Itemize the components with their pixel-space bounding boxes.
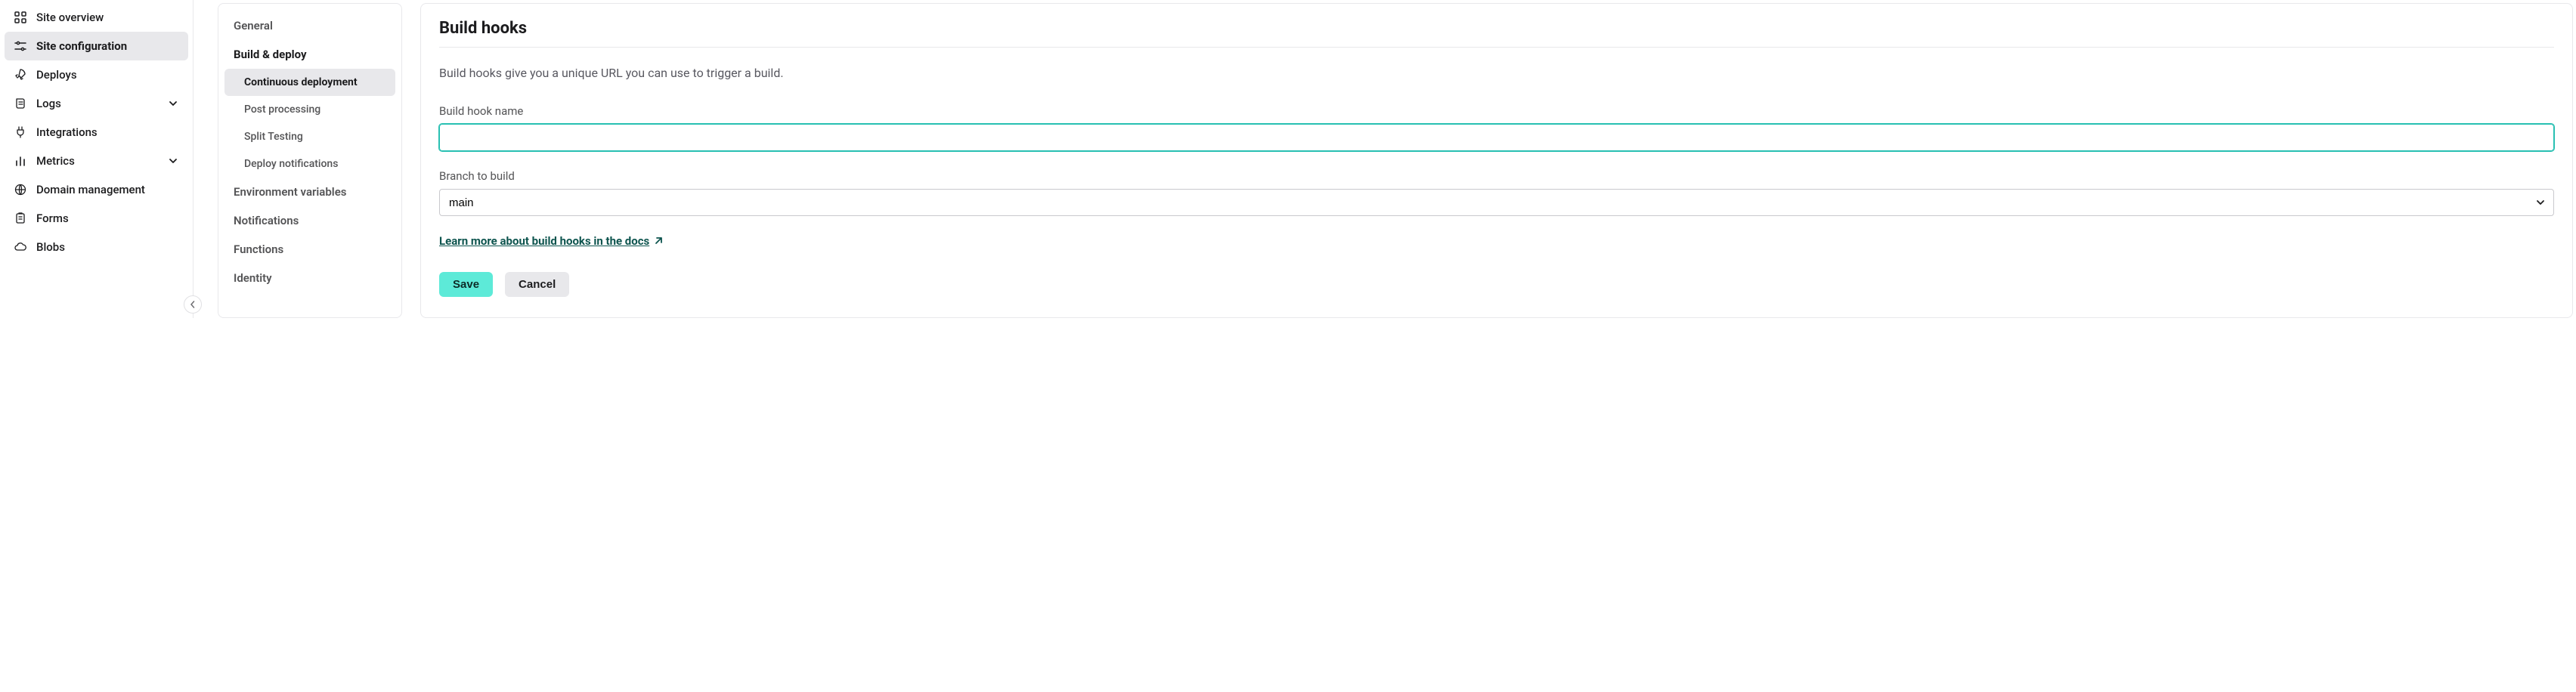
sidebar-item-logs[interactable]: Logs xyxy=(5,89,188,118)
sidebar-item-metrics[interactable]: Metrics xyxy=(5,147,188,175)
collapse-sidebar-button[interactable] xyxy=(184,295,202,314)
cancel-button[interactable]: Cancel xyxy=(505,272,569,297)
sidebar-item-domain-management[interactable]: Domain management xyxy=(5,175,188,204)
sidebar-item-blobs[interactable]: Blobs xyxy=(5,233,188,261)
main-sidebar: Site overview Site configuration Deploys Lo… xyxy=(0,0,194,318)
hook-name-label: Build hook name xyxy=(439,104,2554,118)
sidebar-item-label: Site configuration xyxy=(36,39,179,53)
sidebar-item-label: Blobs xyxy=(36,240,179,254)
subnav-item-continuous-deployment[interactable]: Continuous deployment xyxy=(224,69,395,96)
sidebar-item-label: Deploys xyxy=(36,68,179,82)
branch-field: Branch to build main xyxy=(439,169,2554,216)
subnav-item-split-testing[interactable]: Split Testing xyxy=(224,123,395,150)
subnav-item-deploy-notifications[interactable]: Deploy notifications xyxy=(224,150,395,178)
sidebar-item-label: Integrations xyxy=(36,125,179,139)
hook-name-field: Build hook name xyxy=(439,104,2554,151)
subnav-item-build-deploy[interactable]: Build & deploy xyxy=(224,40,395,69)
build-hooks-panel: Build hooks Build hooks give you a uniqu… xyxy=(420,3,2573,318)
sidebar-item-integrations[interactable]: Integrations xyxy=(5,118,188,147)
sidebar-item-site-configuration[interactable]: Site configuration xyxy=(5,32,188,60)
sidebar-item-label: Site overview xyxy=(36,11,179,24)
grid-icon xyxy=(14,11,27,24)
docs-link-label: Learn more about build hooks in the docs xyxy=(439,234,649,248)
panel-description: Build hooks give you a unique URL you ca… xyxy=(439,66,2554,80)
subnav-item-notifications[interactable]: Notifications xyxy=(224,206,395,235)
branch-select[interactable]: main xyxy=(439,189,2554,216)
subnav-item-general[interactable]: General xyxy=(224,11,395,40)
rocket-icon xyxy=(14,68,27,82)
sidebar-item-deploys[interactable]: Deploys xyxy=(5,60,188,89)
chevron-down-icon xyxy=(167,97,179,110)
subnav-item-environment-variables[interactable]: Environment variables xyxy=(224,178,395,206)
button-row: Save Cancel xyxy=(439,272,2554,297)
content-area: GeneralBuild & deployContinuous deployme… xyxy=(194,0,2576,318)
hook-name-input[interactable] xyxy=(439,124,2554,151)
clipboard-icon xyxy=(14,212,27,225)
sidebar-item-site-overview[interactable]: Site overview xyxy=(5,3,188,32)
panel-title: Build hooks xyxy=(439,19,2554,48)
chevron-left-icon xyxy=(189,301,197,308)
external-link-icon xyxy=(654,236,663,246)
bar-chart-icon xyxy=(14,154,27,168)
subnav-item-identity[interactable]: Identity xyxy=(224,264,395,292)
sliders-icon xyxy=(14,39,27,53)
sidebar-item-label: Domain management xyxy=(36,183,179,196)
sidebar-item-label: Logs xyxy=(36,97,158,110)
sidebar-item-label: Forms xyxy=(36,212,179,225)
chevron-down-icon xyxy=(167,155,179,167)
settings-subnav: GeneralBuild & deployContinuous deployme… xyxy=(218,3,402,318)
sidebar-item-label: Metrics xyxy=(36,154,158,168)
subnav-item-post-processing[interactable]: Post processing xyxy=(224,96,395,123)
branch-label: Branch to build xyxy=(439,169,2554,183)
save-button[interactable]: Save xyxy=(439,272,493,297)
globe-icon xyxy=(14,183,27,196)
cloud-icon xyxy=(14,240,27,254)
sidebar-item-forms[interactable]: Forms xyxy=(5,204,188,233)
scroll-icon xyxy=(14,97,27,110)
subnav-item-functions[interactable]: Functions xyxy=(224,235,395,264)
plug-icon xyxy=(14,125,27,139)
docs-link[interactable]: Learn more about build hooks in the docs xyxy=(439,234,663,248)
